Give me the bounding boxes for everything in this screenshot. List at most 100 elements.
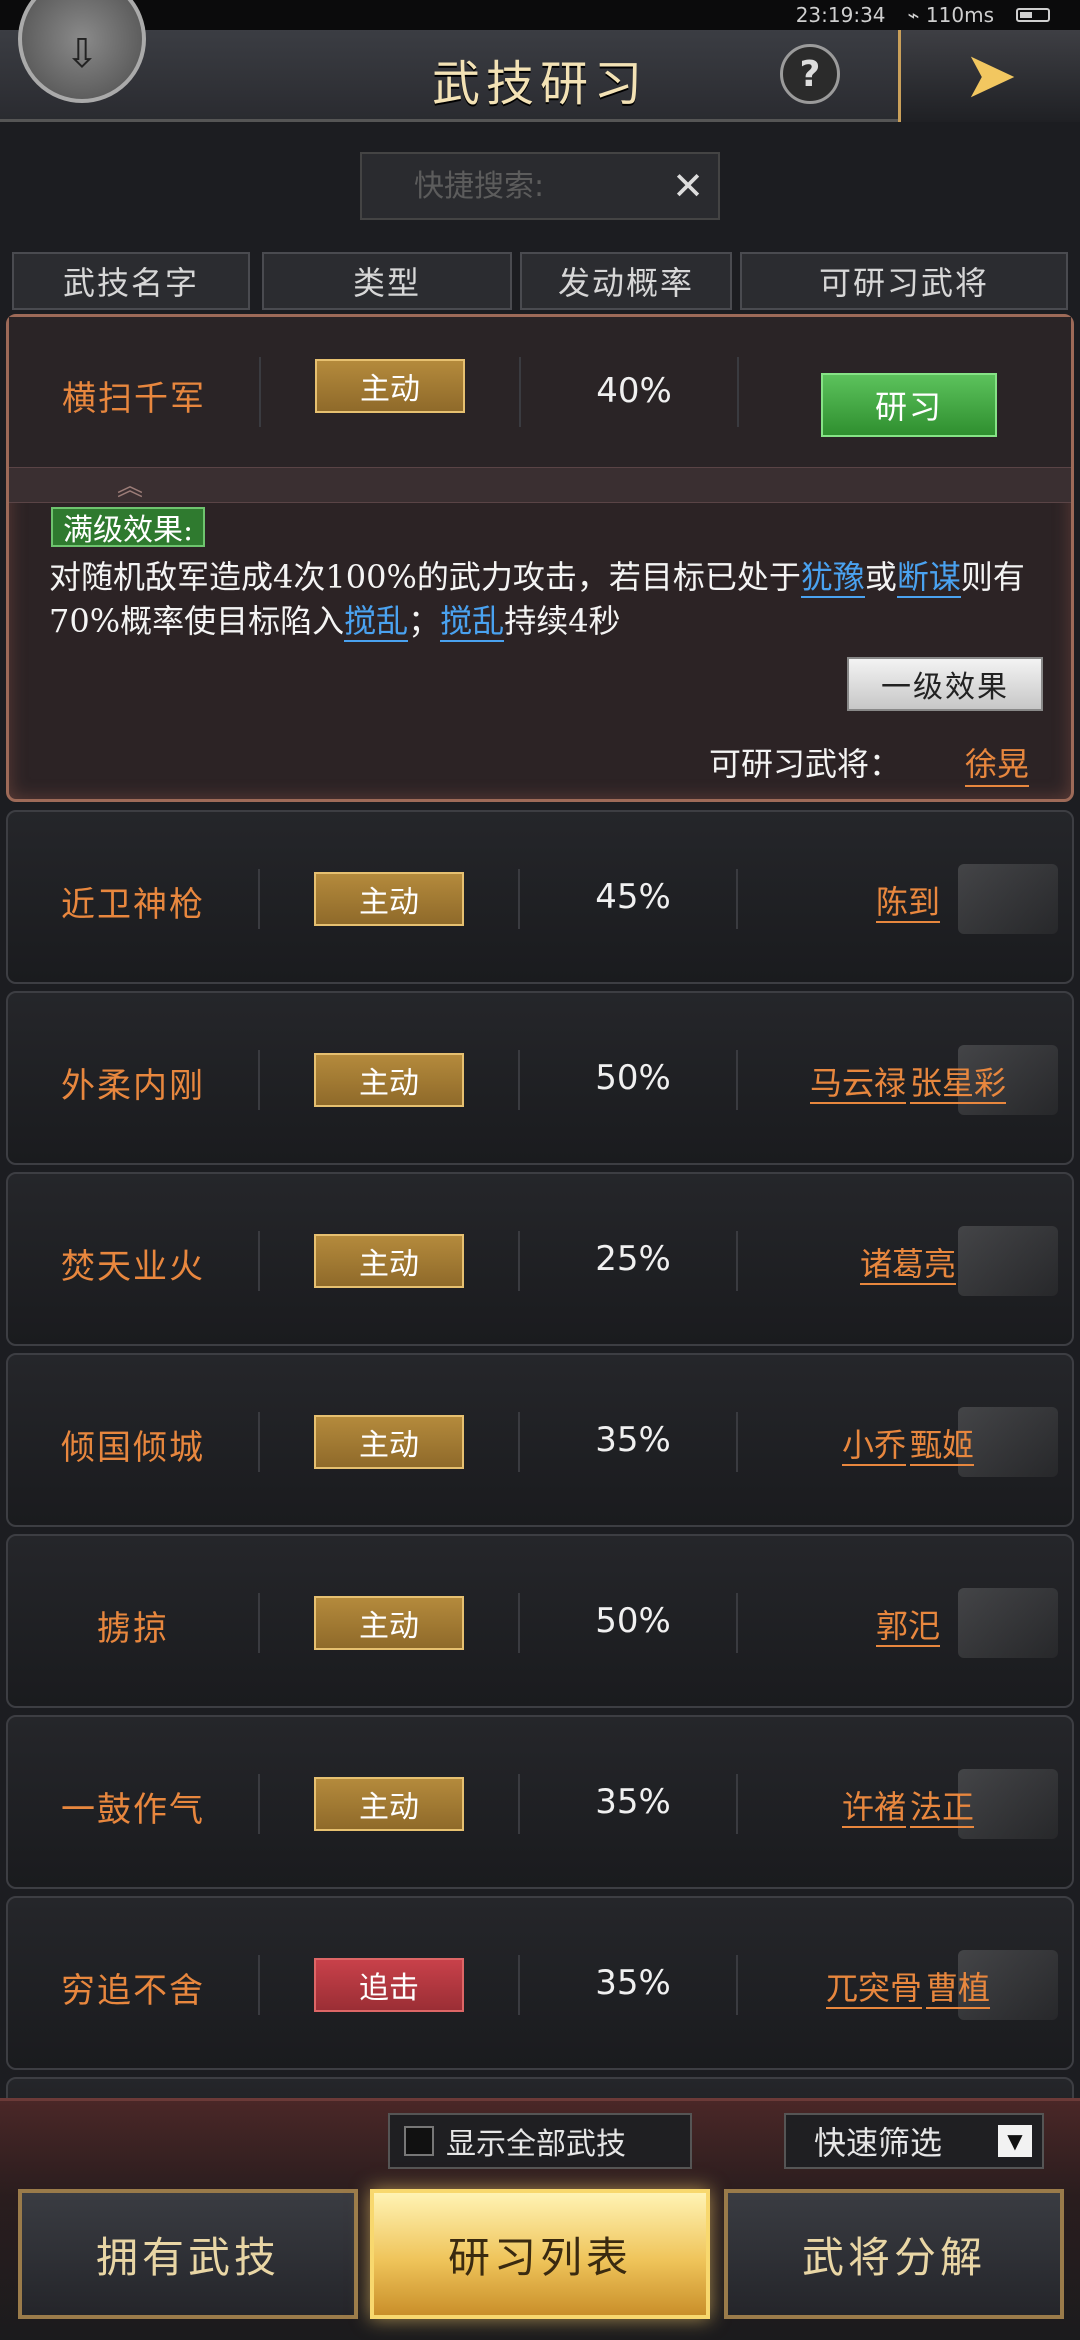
- general-link[interactable]: 张星彩: [910, 1064, 1007, 1104]
- divider: [518, 869, 520, 929]
- show-all-toggle[interactable]: 显示全部武技: [388, 2113, 692, 2169]
- expanded-row-header: 横扫千军 主动 40% 研习: [9, 317, 1071, 467]
- general-link[interactable]: 马云禄: [809, 1064, 906, 1104]
- general-link[interactable]: 兀突骨: [825, 1969, 922, 2009]
- divider: [259, 357, 261, 427]
- generals-cell: 诸葛亮: [748, 1239, 1068, 1285]
- trigger-rate: 50%: [595, 1058, 671, 1098]
- show-all-label: 显示全部武技: [446, 2127, 626, 2162]
- generals-cell: 陈到: [748, 877, 1068, 923]
- effect-text: ；: [408, 602, 441, 640]
- general-link[interactable]: 郭汜: [875, 1607, 940, 1647]
- keyword-link[interactable]: 断谋: [896, 558, 961, 598]
- column-header-rate: 发动概率: [520, 252, 732, 310]
- study-button[interactable]: 研习: [821, 373, 997, 437]
- header: ⇩ 武技研习 ? ➤: [0, 0, 1080, 122]
- max-level-label: 满级效果:: [51, 507, 206, 548]
- divider: [736, 1412, 738, 1472]
- trigger-rate: 35%: [595, 1782, 671, 1822]
- general-link[interactable]: 许褚: [841, 1788, 906, 1828]
- generals-cell: 许褚 法正: [748, 1782, 1068, 1828]
- skill-row[interactable]: 焚天业火 主动 25% 诸葛亮: [6, 1172, 1074, 1346]
- divider: [519, 357, 521, 427]
- keyword-link[interactable]: 搅乱: [440, 602, 505, 642]
- divider: [736, 1955, 738, 2015]
- trigger-rate: 25%: [595, 1239, 671, 1279]
- general-link[interactable]: 小乔: [841, 1426, 906, 1466]
- battery-icon: [1016, 8, 1050, 22]
- trigger-rate: 35%: [595, 1963, 671, 2003]
- divider: [518, 1593, 520, 1653]
- tab-study-list[interactable]: 研习列表: [370, 2189, 710, 2319]
- quick-filter-dropdown[interactable]: 快速筛选 ▼: [784, 2113, 1044, 2169]
- effect-text: 持续4秒: [504, 602, 621, 640]
- generals-cell: 小乔 甄姬: [748, 1420, 1068, 1466]
- skill-name: 外柔内刚: [61, 1066, 205, 1106]
- keyword-link[interactable]: 犹豫: [800, 558, 865, 598]
- forward-arrow-button[interactable]: ➤: [898, 30, 1080, 122]
- status-bar: 23:19:34 ⌁ 110ms: [0, 0, 1080, 30]
- general-link[interactable]: 甄姬: [910, 1426, 975, 1466]
- collapse-bar[interactable]: ︽: [9, 467, 1071, 503]
- effect-text: 对随机敌军造成4次100%的武力攻击，若目标已处于: [49, 558, 801, 596]
- divider: [258, 1774, 260, 1834]
- divider: [736, 1050, 738, 1110]
- skill-type-badge: 主动: [314, 1596, 464, 1650]
- quick-filter-label: 快速筛选: [814, 2124, 943, 2162]
- skill-type-badge: 主动: [314, 1777, 464, 1831]
- divider: [518, 1050, 520, 1110]
- help-button[interactable]: ?: [780, 44, 840, 104]
- skill-type-badge: 主动: [314, 1234, 464, 1288]
- column-header-generals: 可研习武将: [740, 252, 1068, 310]
- show-all-checkbox[interactable]: [404, 2126, 434, 2156]
- general-link[interactable]: 法正: [910, 1788, 975, 1828]
- general-link[interactable]: 徐晃: [965, 739, 1030, 787]
- divider: [258, 1593, 260, 1653]
- divider: [518, 1955, 520, 2015]
- tab-owned-skills[interactable]: 拥有武技: [18, 2189, 358, 2319]
- tab-general-decompose[interactable]: 武将分解: [724, 2189, 1064, 2319]
- skill-type-badge: 主动: [314, 1053, 464, 1107]
- divider: [518, 1412, 520, 1472]
- skill-row[interactable]: 近卫神枪 主动 45% 陈到: [6, 810, 1074, 984]
- trigger-rate: 50%: [595, 1601, 671, 1641]
- general-link[interactable]: 陈到: [875, 883, 940, 923]
- dropdown-arrow-icon: ▼: [998, 2125, 1032, 2157]
- divider: [258, 1412, 260, 1472]
- general-link[interactable]: 诸葛亮: [859, 1245, 956, 1285]
- level-one-effect-button[interactable]: 一级效果: [847, 657, 1043, 711]
- divider: [518, 1774, 520, 1834]
- skill-name: 倾国倾城: [61, 1428, 205, 1468]
- divider: [736, 1231, 738, 1291]
- skill-row[interactable]: 外柔内刚 主动 50% 马云禄 张星彩: [6, 991, 1074, 1165]
- divider: [737, 357, 739, 427]
- skill-type-badge: 主动: [314, 1415, 464, 1469]
- collapse-chevron-icon: ︽: [117, 472, 144, 502]
- skill-row[interactable]: 倾国倾城 主动 35% 小乔 甄姬: [6, 1353, 1074, 1527]
- skill-row[interactable]: 穷追不舍 追击 35% 兀突骨 曹植: [6, 1896, 1074, 2070]
- generals-cell: 郭汜: [748, 1601, 1068, 1647]
- divider: [736, 1774, 738, 1834]
- clock: 23:19:34: [795, 3, 886, 27]
- clear-icon[interactable]: ✕: [672, 164, 704, 208]
- skill-name: 横扫千军: [62, 379, 206, 419]
- keyword-link[interactable]: 搅乱: [344, 602, 409, 642]
- skill-row[interactable]: 掳掠 主动 50% 郭汜: [6, 1534, 1074, 1708]
- divider: [736, 869, 738, 929]
- skill-row[interactable]: 一鼓作气 主动 35% 许褚 法正: [6, 1715, 1074, 1889]
- effect-description: 对随机敌军造成4次100%的武力攻击，若目标已处于犹豫或断谋则有70%概率使目标…: [49, 555, 1049, 643]
- skill-name: 一鼓作气: [61, 1790, 205, 1830]
- generals-cell: 兀突骨 曹植: [748, 1963, 1068, 2009]
- skill-type-badge: 主动: [315, 359, 465, 413]
- trigger-rate: 45%: [595, 877, 671, 917]
- trigger-rate: 40%: [596, 371, 672, 411]
- expanded-skill-row[interactable]: 横扫千军 主动 40% 研习 ︽ 满级效果: 对随机敌军造成4次100%的武力攻…: [6, 314, 1074, 802]
- bottom-bar: 显示全部武技 快速筛选 ▼ 拥有武技 研习列表 武将分解: [0, 2098, 1080, 2340]
- skill-name: 焚天业火: [61, 1247, 205, 1287]
- divider: [258, 1231, 260, 1291]
- general-link[interactable]: 曹植: [926, 1969, 991, 2009]
- trigger-rate: 35%: [595, 1420, 671, 1460]
- search-input[interactable]: [414, 168, 634, 204]
- skill-name: 掳掠: [97, 1609, 169, 1649]
- arrow-icon: ➤: [963, 39, 1018, 113]
